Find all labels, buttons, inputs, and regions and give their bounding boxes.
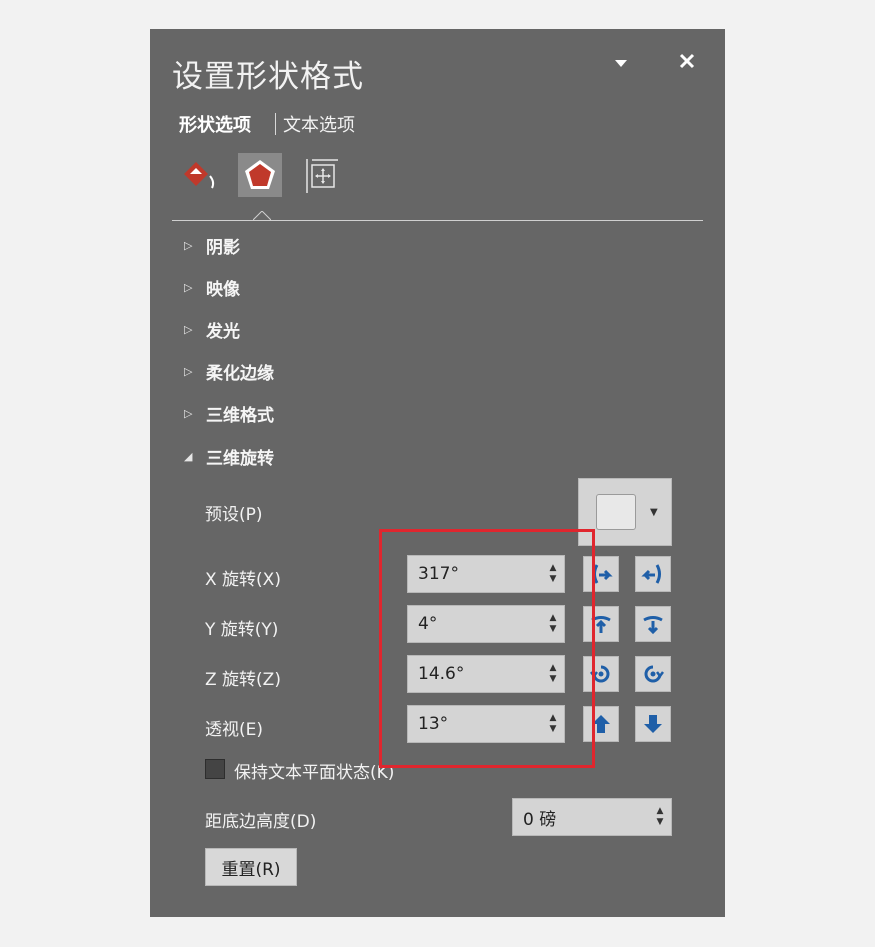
increase-perspective-button[interactable]: [583, 706, 619, 742]
spin-down-icon[interactable]: ▼: [550, 674, 557, 685]
close-icon[interactable]: [677, 51, 697, 77]
x-rotation-spinner[interactable]: 317° ▲ ▼: [407, 555, 565, 593]
y-rotate-down-button[interactable]: [635, 606, 671, 642]
decrease-perspective-button[interactable]: [635, 706, 671, 742]
tab-text-options[interactable]: 文本选项: [283, 111, 355, 137]
x-rotation-value[interactable]: 317°: [408, 564, 542, 584]
spin-down-icon[interactable]: ▼: [550, 724, 557, 735]
y-rotation-label: Y 旋转(Y): [205, 620, 279, 640]
panel-title: 设置形状格式: [172, 59, 364, 95]
section-3d-format[interactable]: ▷ 三维格式: [184, 401, 274, 426]
toolbar-divider: [172, 220, 703, 221]
arrow-up-icon: [592, 715, 610, 733]
spin-up-icon[interactable]: ▲: [550, 563, 557, 574]
rotate-up-icon: [591, 616, 611, 633]
expanded-triangle-icon: ◢: [184, 450, 193, 463]
fill-line-icon[interactable]: [177, 153, 221, 197]
y-rotate-up-button[interactable]: [583, 606, 619, 642]
collapsed-triangle-icon: ▷: [184, 407, 193, 420]
preset-dropdown[interactable]: ▼: [578, 478, 672, 546]
spin-up-icon[interactable]: ▲: [550, 613, 557, 624]
spin-down-icon[interactable]: ▼: [550, 624, 557, 635]
section-glow[interactable]: ▷ 发光: [184, 317, 240, 342]
collapsed-triangle-icon: ▷: [184, 323, 193, 336]
rotate-left-icon: [593, 564, 613, 584]
rotate-clockwise-icon: [644, 665, 664, 683]
x-rotate-right-button[interactable]: [635, 556, 671, 592]
section-reflection[interactable]: ▷ 映像: [184, 275, 240, 300]
spin-up-icon[interactable]: ▲: [657, 806, 664, 817]
spin-up-icon[interactable]: ▲: [550, 713, 557, 724]
z-rotation-value[interactable]: 14.6°: [408, 664, 542, 684]
perspective-value[interactable]: 13°: [408, 714, 542, 734]
y-rotation-spinner[interactable]: 4° ▲ ▼: [407, 605, 565, 643]
section-shadow[interactable]: ▷ 阴影: [184, 233, 240, 258]
section-3d-rotation[interactable]: ◢ 三维旋转: [184, 444, 274, 469]
z-rotation-label: Z 旋转(Z): [205, 670, 281, 690]
y-rotation-value[interactable]: 4°: [408, 614, 542, 634]
tab-shape-options[interactable]: 形状选项: [179, 111, 251, 137]
collapsed-triangle-icon: ▷: [184, 239, 193, 252]
active-tool-notch: [253, 211, 271, 221]
preset-label: 预设(P): [205, 505, 263, 525]
spin-up-icon[interactable]: ▲: [550, 663, 557, 674]
perspective-spinner[interactable]: 13° ▲ ▼: [407, 705, 565, 743]
panel-options-chevron-icon[interactable]: [612, 53, 630, 78]
format-shape-panel: 设置形状格式 形状选项 文本选项 ▷ 阴影 ▷ 映像 ▷ 发光 ▷ 柔化边缘 ▷…: [150, 29, 725, 917]
x-rotate-left-button[interactable]: [583, 556, 619, 592]
z-rotate-counterclockwise-button[interactable]: [583, 656, 619, 692]
section-soft-edges[interactable]: ▷ 柔化边缘: [184, 359, 274, 384]
rotate-counterclockwise-icon: [590, 665, 610, 683]
size-properties-icon[interactable]: [300, 153, 344, 197]
rotate-right-icon: [641, 564, 661, 584]
distance-from-ground-value[interactable]: 0 磅: [513, 805, 649, 830]
preset-swatch: [596, 494, 636, 530]
spin-down-icon[interactable]: ▼: [657, 817, 664, 828]
spin-down-icon[interactable]: ▼: [550, 574, 557, 585]
keep-text-flat-label: 保持文本平面状态(K): [234, 763, 395, 783]
tab-separator: [275, 113, 276, 135]
collapsed-triangle-icon: ▷: [184, 365, 193, 378]
rotate-down-icon: [643, 616, 663, 635]
z-rotate-clockwise-button[interactable]: [635, 656, 671, 692]
perspective-label: 透视(E): [205, 720, 264, 740]
collapsed-triangle-icon: ▷: [184, 281, 193, 294]
effects-icon[interactable]: [238, 153, 282, 197]
z-rotation-spinner[interactable]: 14.6° ▲ ▼: [407, 655, 565, 693]
arrow-down-icon: [644, 715, 662, 733]
x-rotation-label: X 旋转(X): [205, 570, 281, 590]
distance-from-ground-label: 距底边高度(D): [205, 812, 317, 832]
reset-button[interactable]: 重置(R): [205, 848, 297, 886]
distance-from-ground-spinner[interactable]: 0 磅 ▲ ▼: [512, 798, 672, 836]
keep-text-flat-checkbox[interactable]: [205, 759, 225, 779]
chevron-down-icon: ▼: [650, 506, 658, 518]
